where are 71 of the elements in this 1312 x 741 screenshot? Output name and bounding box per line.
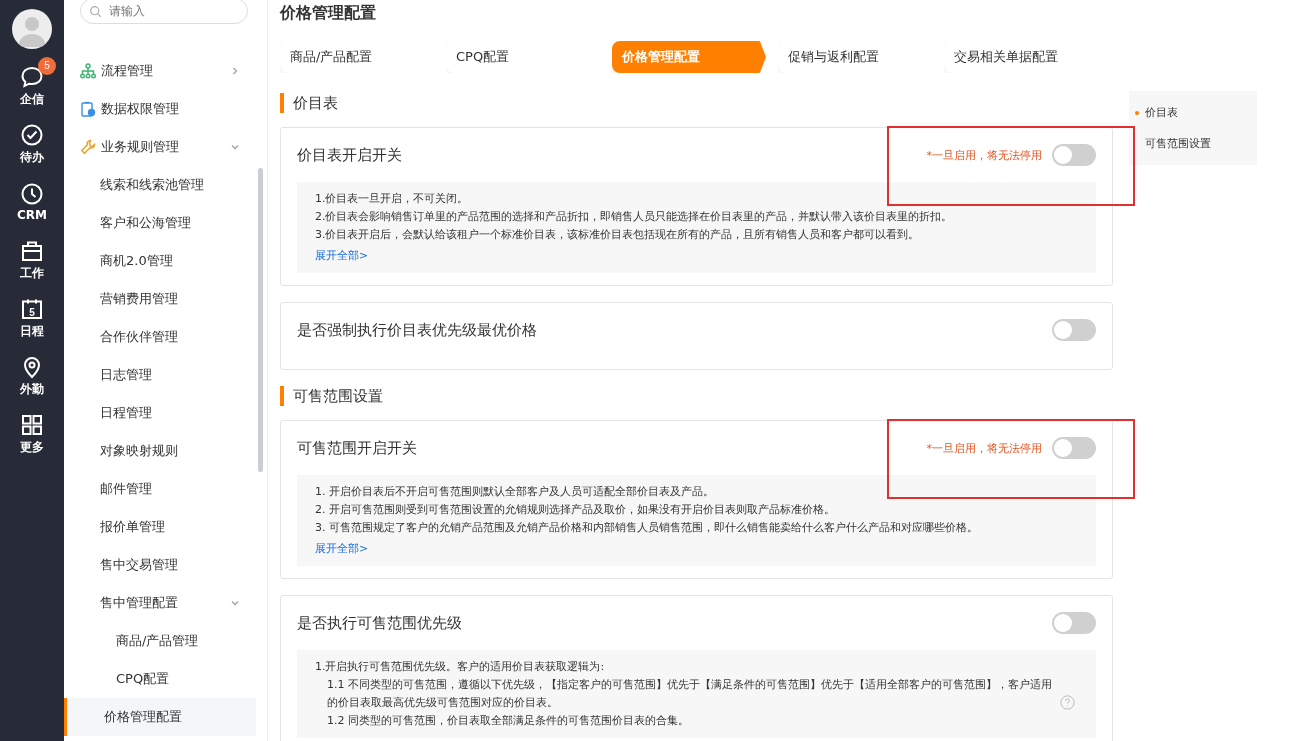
anchor-link[interactable]: 价目表 [1129,97,1257,128]
hierarchy-icon [80,63,96,79]
note-text: 3.价目表开启后，会默认给该租户一个标准价目表，该标准价目表包括现在所有的产品，且所有销售人员和客户都可以看到。 [315,227,921,243]
clipboard-lock-icon [80,101,96,117]
sidebar-item[interactable]: 合作伙伴管理 [76,318,256,356]
toggle-switch[interactable] [1052,437,1096,459]
rail-nav-item[interactable]: 外勤 [0,347,64,405]
setting-title: 是否执行可售范围优先级 [297,613,462,633]
sidebar-item[interactable]: 报价单管理 [76,508,256,546]
rail-nav-item[interactable]: 5 企信 [0,57,64,115]
step-tab[interactable]: 商品/产品配置 [280,41,434,73]
avatar[interactable] [12,9,52,49]
note-text: 1.1 不同类型的可售范围，遵循以下优先级，【指定客户的可售范围】优先于【满足条件的可售范围】优先于【适用全部客户的可售范围】，客户适用的价目表取最高优先级可售范围对应的价目表。 [327,677,1052,711]
note-text: 1.2 同类型的可售范围，价目表取全部满足条件的可售范围价目表的合集。 [327,713,689,729]
sidebar-item[interactable]: 营销费用管理 [76,280,256,318]
note-text: 1. 开启价目表后不开启可售范围则默认全部客户及人员可适配全部价目表及产品。 [315,484,715,500]
sidebar-item[interactable]: 售中交易管理 [76,546,256,584]
note-text: 2. 开启可售范围则受到可售范围设置的允销规则选择产品及取价，如果没有开启价目表则取产品标准价格。 [315,502,836,518]
expand-all-link[interactable]: 展开全部> [315,542,369,555]
rail-nav-item[interactable]: 5 日程 [0,289,64,347]
warning-text: *一旦启用，将无法停用 [926,440,1042,456]
sidebar-item[interactable]: 数据权限管理 [76,90,256,128]
setting-title: 是否强制执行价目表优先级最优价格 [297,320,537,340]
rail-nav-item[interactable]: 工作 [0,231,64,289]
sidebar-item[interactable]: 流程管理 [76,52,256,90]
setting-title: 可售范围开启开关 [297,438,417,458]
chevron-icon[interactable] [230,142,240,152]
toggle-switch[interactable] [1052,319,1096,341]
sidebar-item[interactable]: 商机2.0管理 [76,242,256,280]
note-text: 1.价目表一旦开启，不可关闭。 [315,191,470,207]
rail-nav-item[interactable]: 待办 [0,115,64,173]
sidebar-item[interactable]: CPQ配置 [76,660,256,698]
wrench-icon [80,139,96,155]
chevron-icon[interactable] [230,598,240,608]
warning-text: *一旦启用，将无法停用 [926,147,1042,163]
checkmark-circle-icon [20,122,44,147]
sidebar-item[interactable]: 商品/产品管理 [76,622,256,660]
search-field[interactable]: 请输入 [80,0,248,24]
section-heading: 可售范围设置 [280,386,1113,406]
step-tab[interactable]: 促销与返利配置 [778,41,932,73]
note-text: 1.开启执行可售范围优先级。客户的适用价目表获取逻辑为: [315,659,606,675]
sidebar-item[interactable]: 对象映射规则 [76,432,256,470]
setting-title: 价目表开启开关 [297,145,402,165]
expand-all-link[interactable]: 展开全部> [315,249,369,262]
grid-icon [20,412,44,437]
search-icon [89,5,102,18]
step-tab[interactable]: 交易相关单据配置 [944,41,1098,73]
sidebar-item[interactable]: 日志管理 [76,356,256,394]
sidebar-item[interactable]: 售中管理配置 [76,584,256,622]
chevron-icon[interactable] [230,66,240,76]
scrollbar[interactable] [258,168,263,472]
sidebar-item[interactable]: 价格管理配置 [64,698,256,736]
note-text: 2.价目表会影响销售订单里的产品范围的选择和产品折扣，即销售人员只能选择在价目表里的产品，并默认带入该价目表里的折扣。 [315,209,954,225]
sidebar-item[interactable]: 日程管理 [76,394,256,432]
sidebar-item[interactable]: 客户和公海管理 [76,204,256,242]
help-icon[interactable] [1060,695,1075,710]
page-title: 价格管理配置 [280,3,377,24]
note-text: 3. 可售范围规定了客户的允销产品范围及允销产品价格和内部销售人员销售范围，即什么销售能卖给什么客户什么产品和对应哪些价格。 [315,520,979,536]
sidebar-item[interactable]: 邮件管理 [76,470,256,508]
toggle-switch[interactable] [1052,612,1096,634]
section-heading: 价目表 [280,93,1113,113]
rail-nav-item[interactable]: CRM [0,173,64,231]
unread-count-badge: 5 [38,56,56,75]
rail-nav-item[interactable]: 更多 [0,405,64,463]
clock-icon [20,182,44,206]
sidebar-item[interactable]: 业务规则管理 [76,128,256,166]
anchor-link[interactable]: 可售范围设置 [1129,128,1257,159]
toggle-switch[interactable] [1052,144,1096,166]
sidebar-item[interactable]: 线索和线索池管理 [76,166,256,204]
chat-bubble-icon [20,64,44,89]
step-tab[interactable]: CPQ配置 [446,41,600,73]
